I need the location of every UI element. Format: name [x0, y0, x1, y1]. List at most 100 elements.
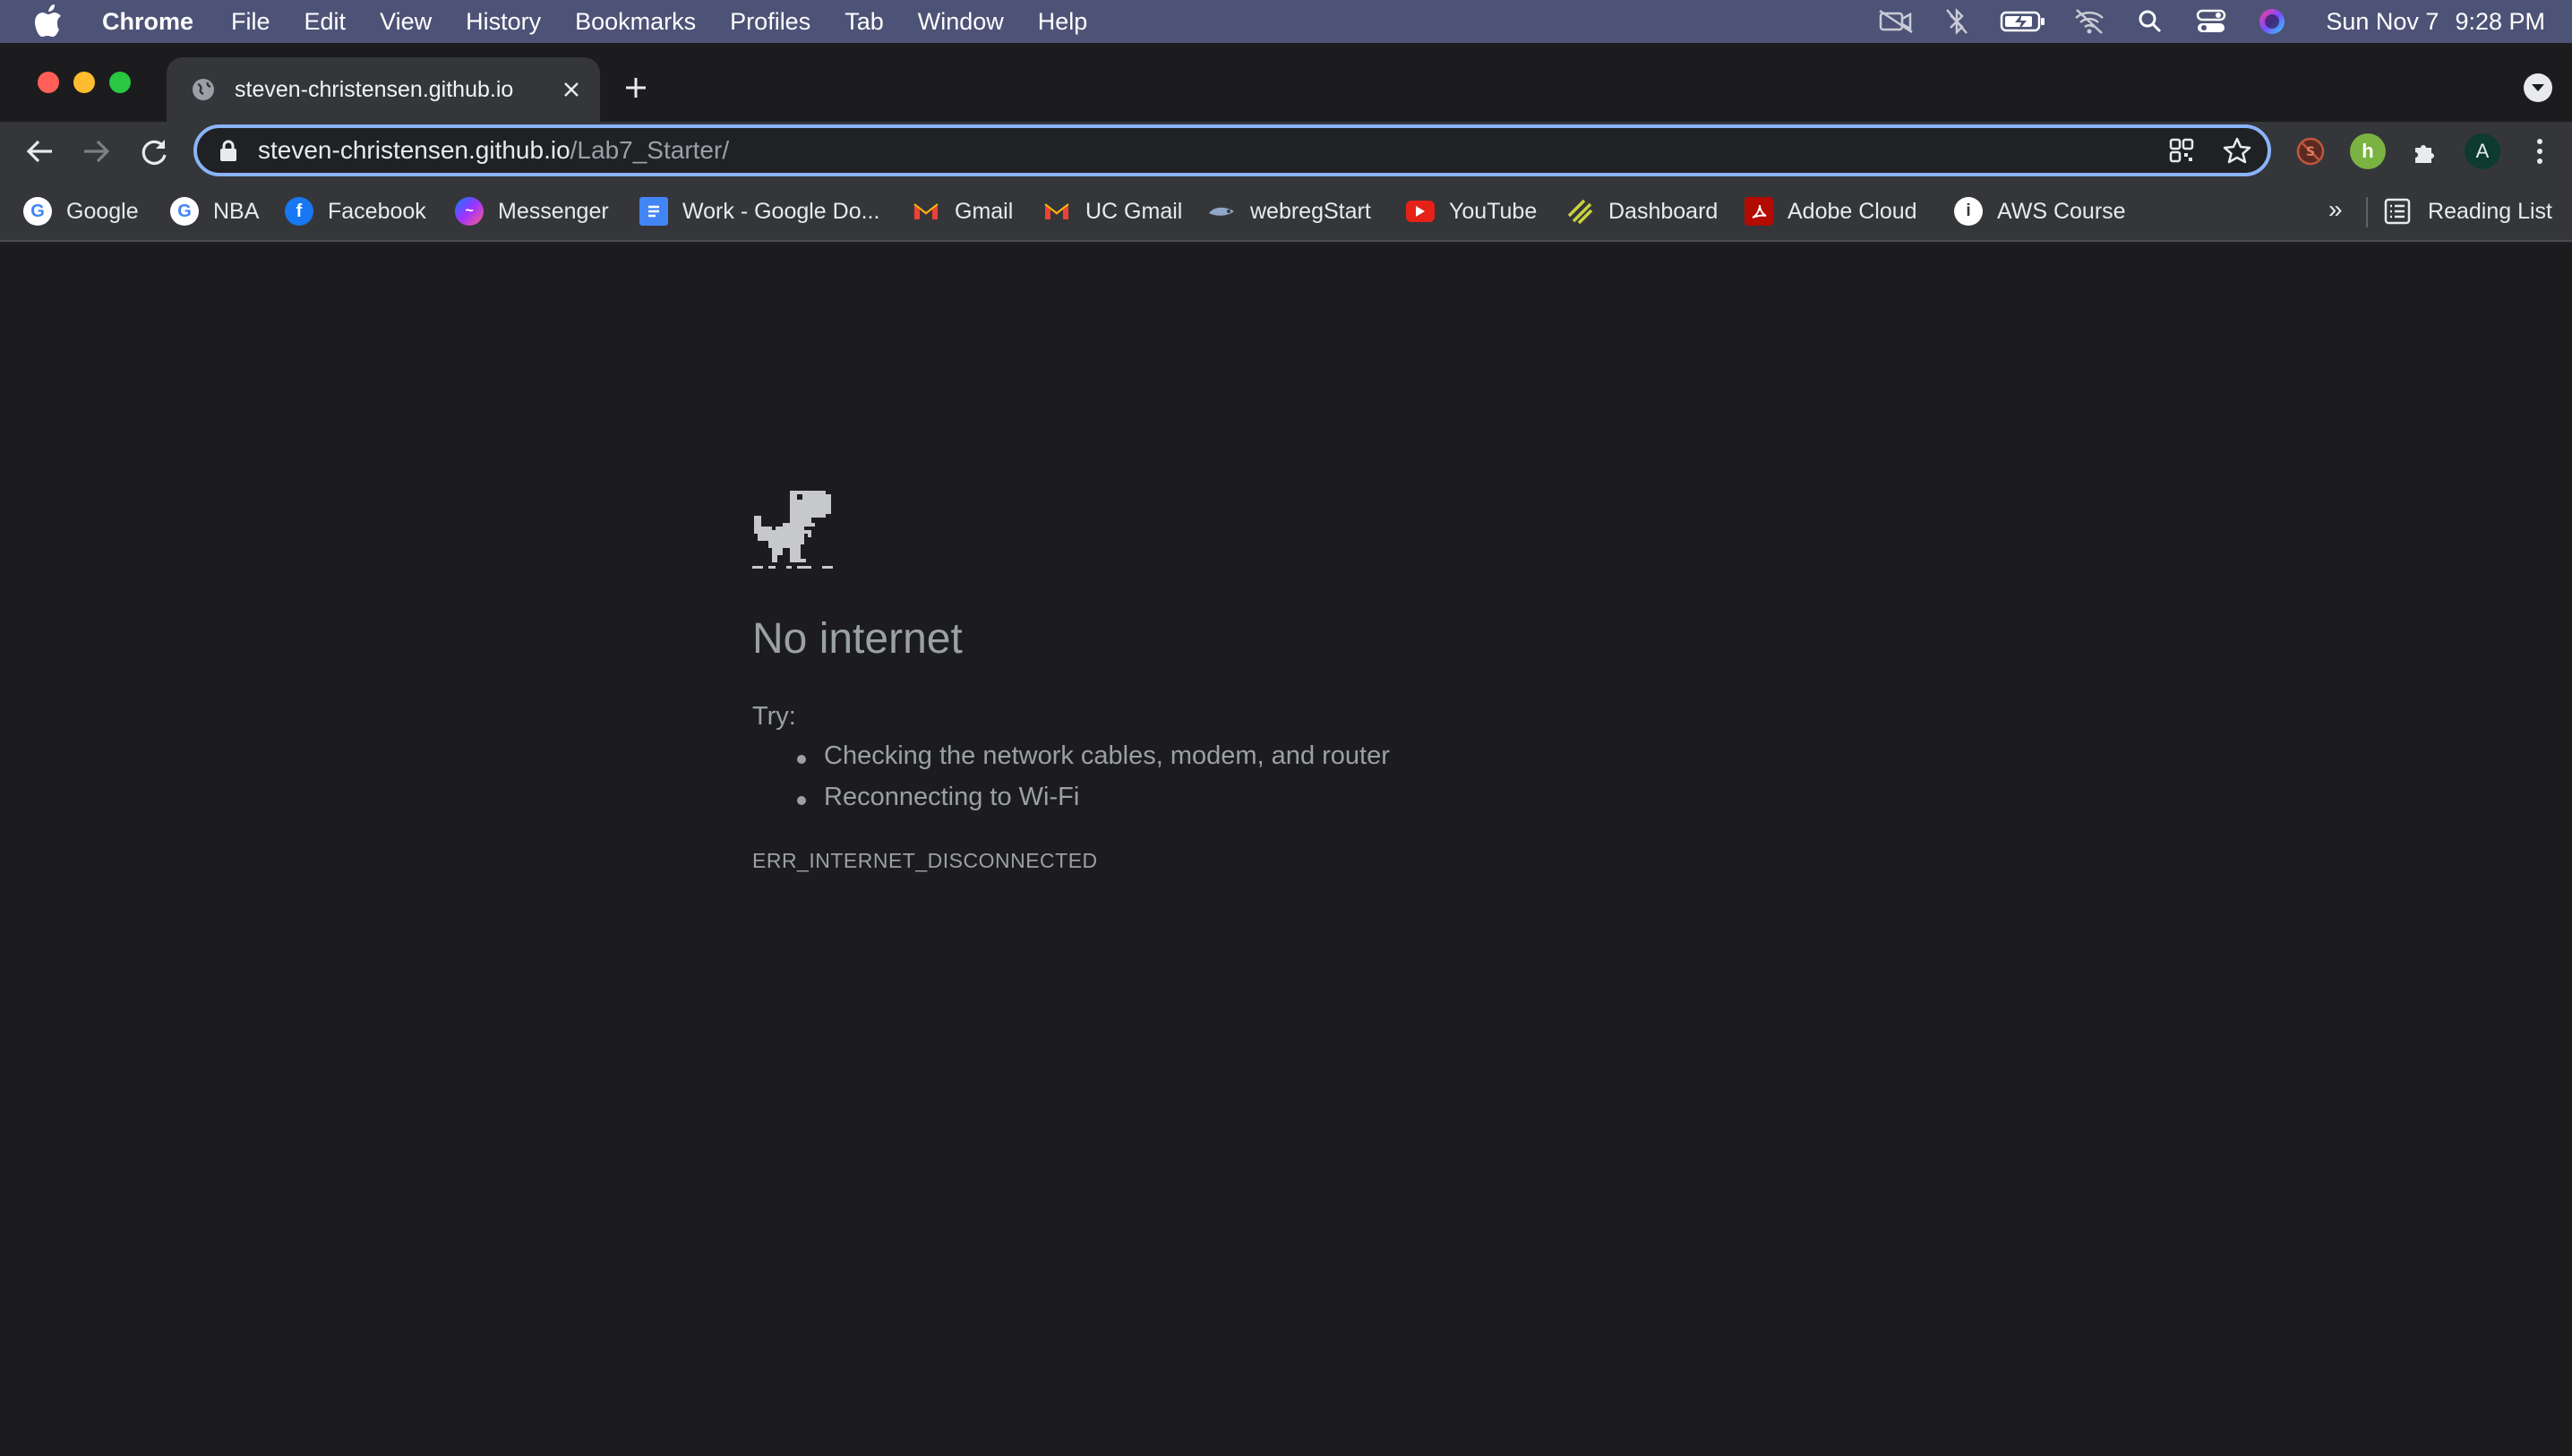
menu-tab[interactable]: Tab: [844, 8, 884, 36]
bookmarks-overflow-button[interactable]: »: [2328, 195, 2343, 224]
menu-help[interactable]: Help: [1038, 8, 1088, 36]
star-icon[interactable]: [2219, 133, 2255, 168]
address-bar[interactable]: steven-christensen.github.io/Lab7_Starte…: [193, 124, 2271, 176]
bookmark-label: Google: [66, 198, 139, 224]
menu-bar-status-area: Sun Nov 7 9:28 PM: [1853, 0, 2545, 43]
bookmark-label: Work - Google Do...: [682, 198, 880, 224]
google-docs-icon: [639, 197, 668, 226]
bookmark-messenger[interactable]: ~ Messenger: [455, 193, 609, 229]
facebook-icon: f: [285, 197, 313, 226]
bookmark-label: Gmail: [955, 198, 1014, 224]
zoom-window-button[interactable]: [109, 72, 131, 93]
chevron-down-icon: [2532, 84, 2544, 91]
bookmark-uc-gmail[interactable]: UC Gmail: [1042, 193, 1182, 229]
page-title: No internet: [752, 615, 963, 663]
aws-course-icon: i: [1954, 197, 1983, 226]
bookmarks-bar: G Google G NBA f Facebook ~ Messenger Wo…: [0, 181, 2572, 242]
menu-profiles[interactable]: Profiles: [730, 8, 810, 36]
tab-strip: steven-christensen.github.io: [0, 43, 2572, 122]
address-bar-url[interactable]: steven-christensen.github.io/Lab7_Starte…: [258, 136, 729, 165]
arrow-right-icon: [84, 140, 110, 163]
gmail-icon: [1042, 197, 1071, 226]
bookmark-label: NBA: [213, 198, 260, 224]
apple-icon[interactable]: [34, 4, 70, 39]
menu-window[interactable]: Window: [918, 8, 1004, 36]
battery-charging-icon[interactable]: [2000, 4, 2046, 39]
dashboard-icon: [1565, 197, 1594, 226]
menu-bar-date: Sun Nov 7: [2326, 7, 2439, 35]
url-path: /Lab7_Starter/: [570, 136, 730, 164]
webreg-icon: [1207, 197, 1236, 226]
menu-history[interactable]: History: [466, 8, 541, 36]
extension-honey-icon[interactable]: h: [2350, 133, 2386, 169]
wifi-off-icon[interactable]: [2071, 4, 2107, 39]
bookmark-gmail[interactable]: Gmail: [912, 193, 1013, 229]
forward-button[interactable]: [77, 132, 116, 171]
profile-avatar[interactable]: A: [2465, 133, 2500, 169]
bookmark-label: AWS Course: [1997, 198, 2126, 224]
reading-list-button[interactable]: Reading List: [2383, 193, 2552, 229]
menu-file[interactable]: File: [231, 8, 270, 36]
menu-edit[interactable]: Edit: [304, 8, 347, 36]
close-window-button[interactable]: [38, 72, 59, 93]
menu-bar-clock[interactable]: Sun Nov 7 9:28 PM: [2326, 8, 2545, 36]
new-tab-button[interactable]: [618, 70, 654, 106]
spotlight-icon[interactable]: [2132, 4, 2168, 39]
camera-off-icon[interactable]: [1878, 4, 1914, 39]
plus-icon: [626, 78, 646, 98]
bookmark-label: webregStart: [1250, 198, 1371, 224]
gmail-icon: [912, 197, 940, 226]
offline-dino-icon[interactable]: [750, 487, 835, 570]
bookmark-aws-course[interactable]: i AWS Course: [1954, 193, 2126, 229]
siri-icon[interactable]: [2254, 4, 2290, 39]
tab-search-button[interactable]: [2524, 73, 2552, 102]
reading-list-label: Reading List: [2428, 198, 2552, 224]
bookmark-work-google-docs[interactable]: Work - Google Do...: [639, 193, 879, 229]
reload-icon: [141, 140, 167, 165]
bookmark-facebook[interactable]: f Facebook: [285, 193, 426, 229]
youtube-icon: [1406, 201, 1435, 222]
menu-view[interactable]: View: [380, 8, 432, 36]
globe-icon: [193, 79, 214, 100]
try-label: Try:: [752, 702, 796, 731]
bookmark-label: Adobe Cloud: [1788, 198, 1917, 224]
google-icon: G: [170, 197, 199, 226]
suggestion-item: Checking the network cables, modem, and …: [797, 741, 1390, 783]
bookmark-label: UC Gmail: [1085, 198, 1183, 224]
google-icon: G: [23, 197, 52, 226]
extensions-puzzle-icon[interactable]: [2407, 133, 2443, 169]
chrome-menu-icon[interactable]: [2522, 133, 2558, 169]
menu-app-name[interactable]: Chrome: [102, 8, 193, 36]
messenger-icon: ~: [455, 197, 484, 226]
svg-text:S: S: [2306, 145, 2315, 159]
close-tab-icon[interactable]: [553, 72, 589, 107]
menu-bookmarks[interactable]: Bookmarks: [575, 8, 696, 36]
control-center-icon[interactable]: [2193, 4, 2229, 39]
reload-button[interactable]: [134, 132, 174, 171]
bookmark-adobe-cloud[interactable]: Adobe Cloud: [1745, 193, 1917, 229]
bluetooth-off-icon[interactable]: [1939, 4, 1975, 39]
adobe-icon: [1745, 197, 1773, 226]
bookmark-webregstart[interactable]: webregStart: [1207, 193, 1371, 229]
bookmark-label: Facebook: [328, 198, 426, 224]
bookmark-dashboard[interactable]: Dashboard: [1565, 193, 1718, 229]
bookmark-youtube[interactable]: YouTube: [1406, 193, 1537, 229]
arrow-left-icon: [26, 140, 52, 163]
page-content: No internet Try: Checking the network ca…: [0, 244, 2572, 1456]
menu-bar: Chrome File Edit View History Bookmarks …: [0, 0, 2572, 43]
address-bar-actions: [2144, 128, 2255, 173]
bookmark-label: YouTube: [1449, 198, 1538, 224]
tab-active[interactable]: steven-christensen.github.io: [167, 57, 600, 122]
tab-title: steven-christensen.github.io: [235, 76, 514, 102]
qr-code-icon[interactable]: [2164, 133, 2199, 168]
url-host: steven-christensen.github.io: [258, 136, 570, 164]
browser-toolbar: steven-christensen.github.io/Lab7_Starte…: [0, 122, 2572, 181]
back-button[interactable]: [20, 132, 59, 171]
extension-blocker-icon[interactable]: S: [2293, 133, 2328, 169]
lock-icon[interactable]: [217, 139, 240, 162]
bookmark-google[interactable]: G Google: [23, 193, 139, 229]
minimize-window-button[interactable]: [73, 72, 95, 93]
suggestion-item: Reconnecting to Wi-Fi: [797, 783, 1390, 824]
bookmarks-divider: [2366, 197, 2368, 227]
bookmark-nba[interactable]: G NBA: [170, 193, 259, 229]
